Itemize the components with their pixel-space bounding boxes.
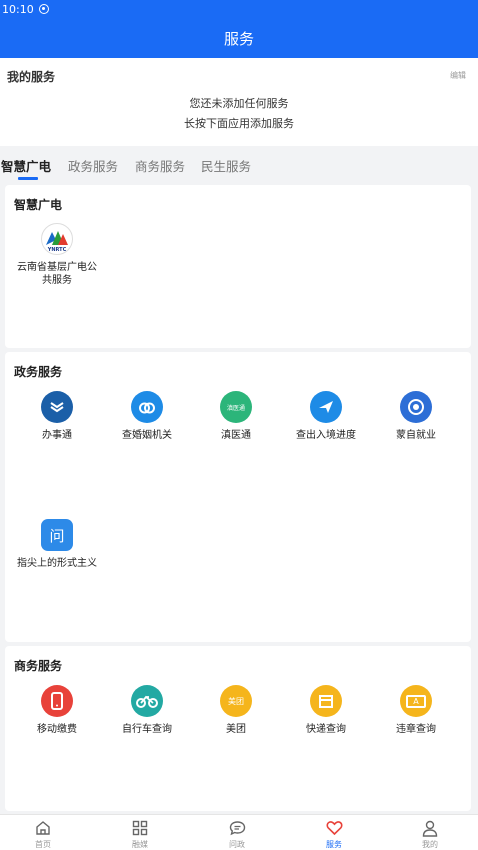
- mengzi-employment-icon: [400, 391, 432, 423]
- service-item-express[interactable]: 快递查询: [280, 685, 372, 736]
- grid-icon: [131, 819, 149, 837]
- service-label: 查出入境进度: [296, 430, 356, 441]
- banshitong-icon: [41, 391, 73, 423]
- section-title: 智慧广电: [14, 198, 63, 212]
- service-item-bicycle[interactable]: 自行车查询: [101, 685, 193, 736]
- government-section: 政务服务 办事通 查婚姻机关 滇医通 滇医通 查出入境进度 蒙自就业 问 指尖上…: [5, 352, 471, 642]
- service-label: 蒙自就业: [396, 430, 436, 441]
- service-item-ynrtc[interactable]: YNRTC 云南省基层广电公共服务: [11, 223, 103, 287]
- nav-label: 首页: [35, 840, 51, 849]
- settings-status-icon: [38, 4, 49, 14]
- service-item-formalism[interactable]: 问 指尖上的形式主义: [11, 519, 103, 570]
- nav-inquiry[interactable]: 问政: [207, 819, 267, 850]
- service-label: 自行车查询: [122, 724, 172, 735]
- bottom-nav: 首页 融媒 问政 服务 我的: [0, 814, 478, 850]
- violation-icon: A: [400, 685, 432, 717]
- service-item-mengzi-employment[interactable]: 蒙自就业: [370, 391, 462, 442]
- airplane-icon: [310, 391, 342, 423]
- my-services-title: 我的服务: [7, 70, 56, 84]
- tab-smart-broadcast[interactable]: 智慧广电: [1, 156, 51, 175]
- meituan-icon: 美团: [220, 685, 252, 717]
- service-item-marriage[interactable]: 查婚姻机关: [101, 391, 193, 442]
- person-icon: [421, 819, 439, 837]
- nav-home[interactable]: 首页: [13, 819, 73, 850]
- nav-label: 融媒: [132, 840, 148, 849]
- service-item-exit-entry[interactable]: 查出入境进度: [280, 391, 372, 442]
- my-services-panel: 我的服务 编辑 您还未添加任何服务 长按下面应用添加服务: [0, 58, 478, 146]
- package-icon: [310, 685, 342, 717]
- service-item-violation[interactable]: A 违章查询: [370, 685, 462, 736]
- question-chat-icon: 问: [41, 519, 73, 551]
- tab-business[interactable]: 商务服务: [135, 156, 185, 175]
- service-item-meituan[interactable]: 美团 美团: [190, 685, 282, 736]
- service-label: 美团: [226, 724, 246, 735]
- status-time: 10:10: [2, 2, 34, 16]
- ynrtc-logo-text: YNRTC: [47, 247, 67, 253]
- edit-button[interactable]: 编辑: [450, 70, 466, 81]
- mobile-payment-icon: [41, 685, 73, 717]
- nav-media[interactable]: 融媒: [110, 819, 170, 850]
- tab-active-indicator: [18, 177, 38, 180]
- nav-label: 问政: [229, 840, 245, 849]
- empty-hint-line1: 您还未添加任何服务: [189, 97, 289, 110]
- service-label: 快递查询: [306, 724, 346, 735]
- service-label: 指尖上的形式主义: [17, 558, 97, 569]
- meituan-glyph: 美团: [228, 696, 244, 706]
- title-bar: 服务: [0, 18, 478, 58]
- question-glyph: 问: [49, 526, 65, 545]
- marriage-rings-icon: [131, 391, 163, 423]
- nav-label: 我的: [422, 840, 438, 849]
- smart-broadcast-section: 智慧广电 YNRTC 云南省基层广电公共服务: [5, 185, 471, 348]
- section-title: 政务服务: [14, 365, 63, 379]
- dianyitong-glyph: 滇医通: [226, 404, 245, 412]
- empty-hint-line2: 长按下面应用添加服务: [184, 117, 294, 130]
- tab-livelihood[interactable]: 民生服务: [201, 156, 251, 175]
- service-item-dianyitong[interactable]: 滇医通 滇医通: [190, 391, 282, 442]
- service-label: 查婚姻机关: [122, 430, 172, 441]
- dianyitong-icon: 滇医通: [220, 391, 252, 423]
- service-item-banshitong[interactable]: 办事通: [11, 391, 103, 442]
- violation-glyph: A: [406, 694, 426, 708]
- nav-profile[interactable]: 我的: [400, 819, 460, 850]
- status-bar: 10:10: [0, 0, 478, 18]
- service-label: 滇医通: [221, 430, 251, 441]
- service-label: 云南省基层广电公共服务: [17, 262, 97, 286]
- nav-services[interactable]: 服务: [304, 819, 364, 850]
- service-item-mobile-payment[interactable]: 移动缴费: [11, 685, 103, 736]
- nav-label: 服务: [326, 840, 342, 849]
- category-tabs: 智慧广电 政务服务 商务服务 民生服务: [0, 152, 478, 182]
- section-title: 商务服务: [14, 659, 63, 673]
- business-section: 商务服务 移动缴费 自行车查询 美团 美团 快递查询 A 违章查询: [5, 646, 471, 811]
- home-icon: [34, 819, 52, 837]
- page-title: 服务: [223, 29, 254, 48]
- bicycle-icon: [131, 685, 163, 717]
- service-label: 违章查询: [396, 724, 436, 735]
- ynrtc-logo-icon: YNRTC: [41, 223, 73, 255]
- chat-icon: [228, 819, 246, 837]
- service-label: 办事通: [42, 430, 72, 441]
- heart-icon: [325, 819, 343, 837]
- service-label: 移动缴费: [37, 724, 77, 735]
- tab-government[interactable]: 政务服务: [68, 156, 118, 175]
